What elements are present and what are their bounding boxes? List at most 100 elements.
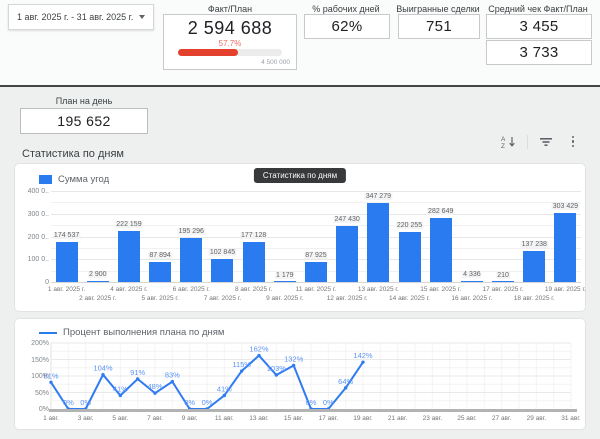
- bar[interactable]: [554, 213, 576, 282]
- bar-chart-baseline: [51, 282, 581, 283]
- y-tick-label: 400 0..: [17, 188, 49, 195]
- chart-toolbar: A Z: [500, 134, 582, 149]
- y-tick-label: 0: [17, 279, 49, 286]
- bar[interactable]: [118, 231, 140, 282]
- bar[interactable]: [367, 203, 389, 282]
- bar-value-label: 303 429: [552, 203, 579, 210]
- data-point[interactable]: [344, 386, 347, 389]
- bar[interactable]: [87, 281, 109, 282]
- bar[interactable]: [399, 232, 421, 282]
- sort-az-icon[interactable]: A Z: [500, 134, 518, 149]
- bar[interactable]: [243, 242, 265, 282]
- bar[interactable]: [305, 262, 327, 282]
- data-point[interactable]: [292, 364, 295, 367]
- point-label: 41%: [217, 384, 232, 393]
- bar[interactable]: [211, 259, 233, 282]
- point-label: 0%: [80, 398, 91, 407]
- avg-check-fact-scorecard: 3 455: [486, 14, 592, 39]
- data-point[interactable]: [119, 394, 122, 397]
- bar-value-label: 174 537: [53, 232, 80, 239]
- y-tick-label: 300 0..: [17, 211, 49, 218]
- bar-chart-plot[interactable]: 174 5372 900222 15987 894195 296102 8451…: [51, 191, 581, 282]
- x-tick-label: 14 авг. 2025 г.: [378, 295, 442, 302]
- fact-plan-percent: 57.7%: [164, 39, 296, 48]
- point-label: 0%: [323, 398, 334, 407]
- bar-value-label: 282 649: [427, 208, 454, 215]
- bar[interactable]: [492, 281, 514, 282]
- data-point[interactable]: [257, 354, 260, 357]
- workdays-card-title: % рабочих дней: [300, 4, 392, 14]
- x-tick-label: 6 авг. 2025 г.: [159, 286, 223, 293]
- bar[interactable]: [461, 281, 483, 282]
- legend-line-swatch: [39, 332, 57, 334]
- data-point[interactable]: [361, 360, 364, 363]
- date-range-label: 1 авг. 2025 г. - 31 авг. 2025 г.: [17, 12, 133, 22]
- gridline: [51, 191, 581, 192]
- data-point[interactable]: [136, 377, 139, 380]
- bar-value-label: 2 900: [88, 271, 108, 278]
- data-point[interactable]: [275, 373, 278, 376]
- bar-value-label: 222 159: [115, 221, 142, 228]
- fact-plan-card-title: Факт/План: [160, 4, 300, 14]
- chart-title-tooltip: Статистика по дням: [254, 168, 346, 183]
- x-tick-label: 12 авг. 2025 г.: [315, 295, 379, 302]
- data-point[interactable]: [101, 373, 104, 376]
- data-point[interactable]: [153, 391, 156, 394]
- point-label: 83%: [165, 371, 180, 380]
- line-chart-baseline: [49, 409, 577, 412]
- point-label: 132%: [284, 354, 304, 363]
- x-tick-label: 13 авг. 2025 г.: [346, 286, 410, 293]
- point-label: 91%: [130, 368, 145, 377]
- bar-value-label: 1 179: [275, 272, 295, 279]
- fact-plan-scorecard: 2 594 688 57.7% 4 500 000: [163, 14, 297, 70]
- svg-text:Z: Z: [501, 143, 505, 149]
- more-vertical-icon[interactable]: [564, 134, 582, 149]
- line-chart-panel: Процент выполнения плана по дням 81%0%0%…: [14, 318, 586, 430]
- bar[interactable]: [336, 226, 358, 282]
- data-point[interactable]: [240, 369, 243, 372]
- x-tick-label: 5 авг. 2025 г.: [128, 295, 192, 302]
- bar[interactable]: [56, 242, 78, 282]
- y-tick-label: 150%: [17, 357, 49, 364]
- bar-value-label: 102 845: [209, 249, 236, 256]
- plan-per-day-scorecard: 195 652: [20, 108, 148, 134]
- date-range-filter[interactable]: 1 авг. 2025 г. - 31 авг. 2025 г.: [8, 4, 154, 30]
- point-label: 41%: [113, 384, 128, 393]
- bar[interactable]: [523, 251, 545, 282]
- avg-check-card-title: Средний чек Факт/План: [482, 4, 594, 14]
- x-tick-label: 9 авг. 2025 г.: [253, 295, 317, 302]
- bar[interactable]: [430, 218, 452, 282]
- bar-value-label: 195 296: [178, 228, 205, 235]
- data-point[interactable]: [49, 381, 52, 384]
- svg-text:A: A: [501, 136, 506, 143]
- data-point[interactable]: [223, 394, 226, 397]
- bar-value-label: 137 238: [521, 241, 548, 248]
- bar[interactable]: [180, 238, 202, 282]
- filter-icon[interactable]: [537, 134, 555, 149]
- bar-value-label: 247 430: [334, 216, 361, 223]
- point-label: 0%: [306, 398, 317, 407]
- toolbar-separator: [527, 135, 528, 149]
- won-deals-value: 751: [426, 18, 452, 35]
- x-tick-label: 17 авг. 2025 г.: [471, 286, 535, 293]
- won-deals-card-title: Выигранные сделки: [392, 4, 484, 14]
- point-label: 0%: [184, 398, 195, 407]
- section-title: Статистика по дням: [22, 148, 124, 160]
- bar-value-label: 347 279: [365, 193, 392, 200]
- legend-swatch: [39, 175, 52, 184]
- line-chart-plot[interactable]: 81%0%0%104%41%91%48%83%0%0%41%115%162%10…: [51, 343, 571, 409]
- plan-per-day-value: 195 652: [57, 113, 110, 129]
- x-tick-label: 2 авг. 2025 г.: [66, 295, 130, 302]
- workdays-scorecard: 62%: [304, 14, 390, 39]
- bar[interactable]: [149, 262, 171, 282]
- won-deals-scorecard: 751: [398, 14, 480, 39]
- plan-per-day-title: План на день: [20, 96, 148, 106]
- bar-value-label: 220 255: [396, 222, 423, 229]
- bar[interactable]: [274, 281, 296, 282]
- data-point[interactable]: [171, 380, 174, 383]
- x-tick-label: 18 авг. 2025 г.: [502, 295, 566, 302]
- line-chart-legend-label: Процент выполнения плана по дням: [63, 327, 224, 338]
- x-tick-label: 8 авг. 2025 г.: [222, 286, 286, 293]
- avg-check-fact-value: 3 455: [519, 18, 558, 35]
- point-label: 0%: [202, 398, 213, 407]
